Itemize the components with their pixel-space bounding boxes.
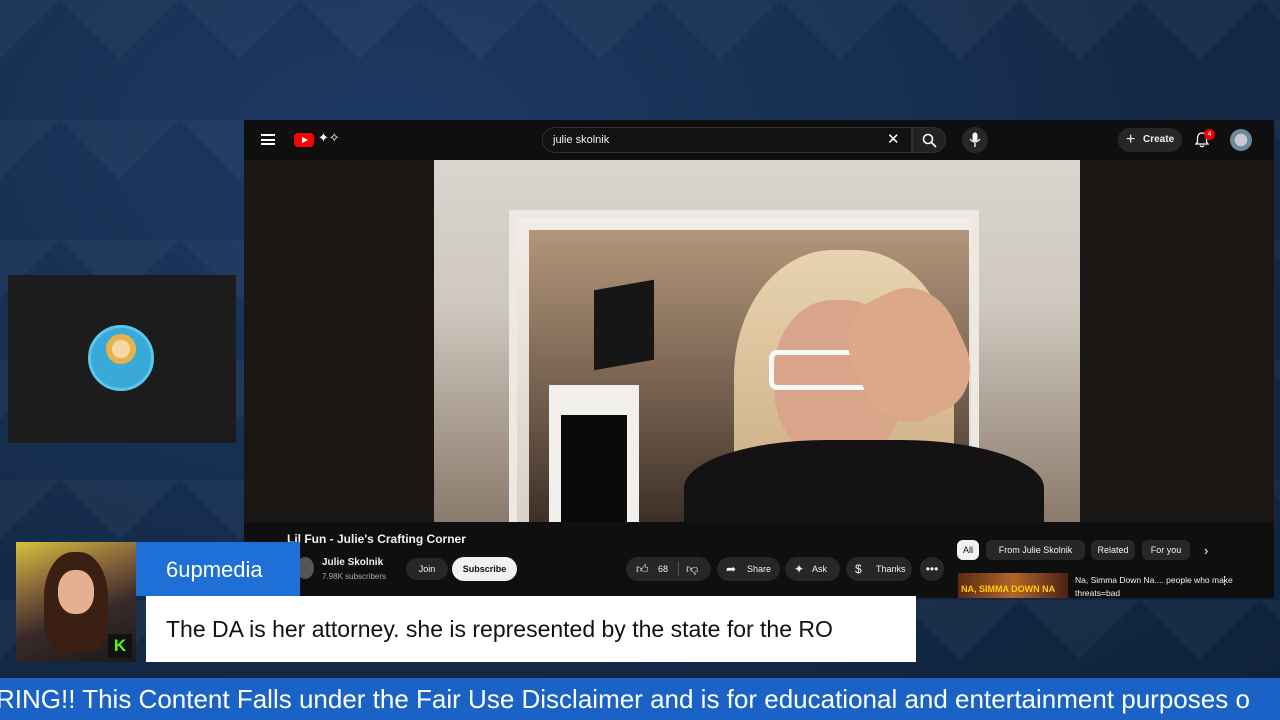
ask-button[interactable]: ✦ Ask [785, 557, 840, 581]
microphone-icon [969, 132, 981, 147]
chip-all[interactable]: All [957, 540, 979, 560]
close-icon[interactable]: ✕ [887, 132, 900, 148]
kick-logo-icon: K [108, 634, 132, 658]
kebab-menu-icon[interactable]: ⋮ [1219, 574, 1230, 587]
thanks-button[interactable]: $ Thanks [846, 557, 912, 581]
ask-label: Ask [812, 564, 828, 574]
thumbs-up-icon[interactable]: 👍︎ [636, 557, 649, 581]
thumbnail-text: NA, SIMMA DOWN NA [961, 584, 1056, 594]
search-icon [922, 133, 937, 148]
divider [678, 562, 679, 576]
chip-from-channel[interactable]: From Julie Skolnik [986, 540, 1085, 560]
recommendation-thumbnail[interactable]: NA, SIMMA DOWN NA [958, 573, 1068, 598]
create-label: Create [1143, 134, 1175, 145]
subscriber-count: 7.98K subscribers [322, 572, 387, 581]
search-input[interactable]: julie skolnik ✕ [542, 127, 912, 153]
more-actions-button[interactable]: ••• [920, 557, 944, 581]
chip-for-you[interactable]: For you [1142, 540, 1190, 560]
sparkle-icon: ✦ [794, 562, 805, 576]
search-button[interactable] [912, 127, 946, 153]
chat-message-box: The DA is her attorney. she is represent… [146, 596, 916, 662]
like-dislike-group: 👍︎ 68 👎︎ [626, 557, 711, 581]
youtube-topbar: ✦✧ julie skolnik ✕ + Create 4 [244, 120, 1274, 160]
subscribe-button[interactable]: Subscribe [452, 557, 517, 581]
share-icon: ➦ [726, 562, 737, 576]
share-button[interactable]: ➦ Share [717, 557, 780, 581]
doodle-icon[interactable]: ✦✧ [318, 130, 354, 148]
share-label: Share [747, 564, 772, 574]
host-picture: K [16, 542, 136, 662]
create-button[interactable]: + Create [1118, 128, 1182, 152]
chat-message: The DA is her attorney. she is represent… [166, 616, 833, 642]
voice-search-button[interactable] [962, 127, 988, 153]
thumbs-down-icon[interactable]: 👎︎ [686, 557, 698, 581]
recommendation-title[interactable]: Na, Simma Down Na.... people who make th… [1075, 574, 1235, 598]
channel-name[interactable]: Julie Skolnik [322, 557, 383, 568]
video-player[interactable] [434, 160, 1080, 522]
youtube-window: ✦✧ julie skolnik ✕ + Create 4 Lil Fun - … [244, 120, 1274, 598]
host-name-bar: 6upmedia [136, 542, 300, 596]
like-count[interactable]: 68 [658, 557, 668, 581]
plus-icon: + [1126, 131, 1136, 148]
account-avatar[interactable] [1230, 129, 1252, 151]
disclaimer-ticker: RING!! This Content Falls under the Fair… [0, 678, 1280, 720]
chip-related[interactable]: Related [1091, 540, 1135, 560]
video-title: Lil Fun - Julie's Crafting Corner [287, 532, 466, 546]
join-button[interactable]: Join [406, 558, 448, 580]
host-name: 6upmedia [166, 557, 263, 582]
menu-icon[interactable] [261, 134, 275, 145]
notification-badge: 4 [1204, 129, 1215, 140]
search-query: julie skolnik [553, 134, 610, 146]
thanks-label: Thanks [876, 564, 906, 574]
thanks-icon: $ [855, 562, 862, 576]
youtube-logo-icon[interactable] [294, 133, 314, 147]
chevron-right-icon[interactable]: › [1204, 543, 1208, 558]
ticker-text: RING!! This Content Falls under the Fair… [0, 684, 1250, 714]
streamer-avatar [88, 325, 154, 391]
more-icon: ••• [925, 562, 939, 576]
